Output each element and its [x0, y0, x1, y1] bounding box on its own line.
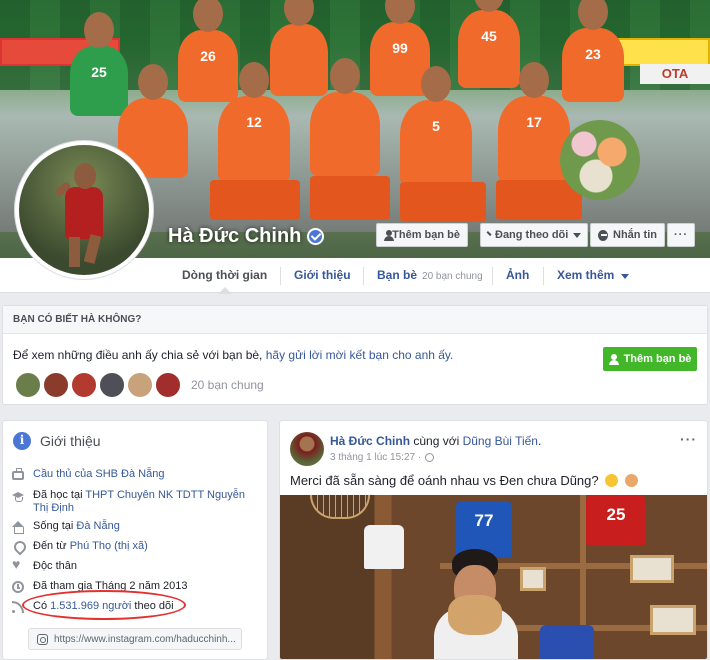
- add-person-icon: [608, 353, 620, 365]
- player-shorts: [400, 182, 486, 222]
- framed-jersey: 25: [586, 495, 646, 545]
- caret-down-icon: [573, 232, 582, 238]
- mutual-friends-row: 20 bạn chung: [15, 372, 264, 398]
- photo-frame: [520, 567, 546, 591]
- mutual-friends-text[interactable]: 20 bạn chung: [191, 378, 264, 392]
- team-player: [310, 58, 380, 176]
- team-player: 25: [70, 12, 128, 116]
- bird-cage: [310, 495, 370, 519]
- post-card: Hà Đức Chinh cùng với Dũng Bùi Tiến. 3 t…: [279, 420, 708, 660]
- laughing-emoji-icon: [605, 474, 619, 487]
- intro-work: Cầu thủ của SHB Đà Nẵng: [12, 468, 164, 481]
- profile-picture-image: [19, 145, 149, 275]
- add-friend-button-green[interactable]: Thêm bạn bè: [603, 347, 697, 371]
- profile-picture[interactable]: [14, 140, 154, 280]
- intro-lives-in: Sống tại Đà Nẵng: [12, 520, 120, 534]
- public-globe-icon: [425, 453, 435, 462]
- team-player: 5: [400, 66, 472, 186]
- photo-frame: [650, 605, 696, 635]
- team-player: 17: [498, 62, 570, 182]
- graduation-cap-icon: [12, 490, 24, 502]
- team-player: 45: [458, 0, 520, 88]
- location-pin-icon: [12, 541, 24, 553]
- friend-thumbnail[interactable]: [127, 372, 153, 398]
- verified-badge-icon: [307, 228, 325, 245]
- send-request-link[interactable]: hãy gửi lời mời kết bạn cho anh ấy.: [266, 348, 454, 362]
- puppy-in-photo: [448, 595, 502, 635]
- stadium-banner-text: OTA: [640, 64, 710, 84]
- following-button[interactable]: Đang theo dõi: [480, 223, 588, 247]
- friend-thumbnail[interactable]: [43, 372, 69, 398]
- team-player: [270, 0, 328, 96]
- instagram-link[interactable]: https://www.instagram.com/haducchinh...: [28, 628, 242, 650]
- friend-suggestion-card: BẠN CÓ BIẾT HÀ KHÔNG? Để xem những điều …: [2, 305, 708, 405]
- tab-photos[interactable]: Ảnh: [494, 258, 541, 293]
- instagram-icon: [37, 633, 48, 645]
- briefcase-icon: [12, 468, 24, 480]
- framed-jersey: [540, 625, 594, 659]
- message-label: Nhắn tin: [613, 229, 657, 241]
- message-button[interactable]: Nhắn tin: [590, 223, 665, 247]
- caret-down-icon: [620, 274, 629, 279]
- tab-about[interactable]: Giới thiệu: [282, 258, 363, 293]
- add-friend-button[interactable]: Thêm bạn bè: [376, 223, 468, 247]
- friend-thumbnail[interactable]: [15, 372, 41, 398]
- intro-relationship: Độc thân: [12, 558, 77, 573]
- post-text: Merci đã sẵn sàng để oánh nhau vs Đen ch…: [290, 473, 638, 488]
- friend-thumbnail[interactable]: [99, 372, 125, 398]
- flower-bouquet: [560, 120, 640, 200]
- hometown-link[interactable]: Phú Thọ (thị xã): [70, 540, 148, 552]
- tab-more[interactable]: Xem thêm: [545, 258, 641, 293]
- tab-timeline[interactable]: Dòng thời gian: [170, 258, 279, 294]
- player-shorts: [310, 176, 390, 220]
- add-friend-label: Thêm bạn bè: [623, 353, 692, 365]
- tab-friends[interactable]: Bạn bè 20 bạn chung: [365, 258, 495, 293]
- following-label: Đang theo dõi: [495, 229, 569, 241]
- intro-from: Đến từ Phú Thọ (thị xã): [12, 540, 148, 553]
- post-header: Hà Đức Chinh cùng với Dũng Bùi Tiến.: [330, 434, 542, 448]
- intro-education: Đã học tại THPT Chuyên NK TDTT Nguyễn Th…: [12, 489, 252, 515]
- city-link[interactable]: Đà Nẵng: [76, 520, 119, 532]
- dog-emoji-icon: [624, 474, 638, 487]
- player-shorts: [210, 180, 300, 220]
- friend-request-prompt: Để xem những điều anh ấy chia sẻ với bạn…: [13, 348, 454, 362]
- card-heading: BẠN CÓ BIẾT HÀ KHÔNG?: [3, 306, 707, 334]
- friend-thumbnail[interactable]: [71, 372, 97, 398]
- more-options-button[interactable]: ···: [667, 223, 695, 247]
- friend-thumbnail[interactable]: [155, 372, 181, 398]
- messenger-icon: [598, 229, 608, 241]
- clock-icon: [12, 581, 24, 593]
- highlight-ellipse: [22, 590, 186, 620]
- team-player: 23: [562, 0, 624, 102]
- framed-jersey: [364, 525, 404, 569]
- team-player: 12: [218, 62, 290, 182]
- check-icon: [486, 231, 492, 236]
- heart-icon: [12, 558, 24, 573]
- mutual-friends-count: 20 bạn chung: [422, 271, 483, 282]
- post-author-avatar[interactable]: [290, 432, 324, 466]
- work-link[interactable]: Cầu thủ của SHB Đà Nẵng: [33, 468, 164, 481]
- intro-heading: Giới thiệu: [13, 432, 101, 450]
- post-photo[interactable]: 77 25: [280, 495, 707, 659]
- profile-name[interactable]: Hà Đức Chinh: [168, 225, 325, 248]
- more-dots-icon: ···: [674, 229, 688, 241]
- profile-name-text[interactable]: Hà Đức Chinh: [168, 225, 301, 248]
- add-person-icon: [384, 229, 395, 241]
- info-icon: [13, 432, 31, 450]
- post-options-button[interactable]: ···: [680, 431, 697, 447]
- photo-frame: [630, 555, 674, 583]
- post-timestamp[interactable]: 3 tháng 1 lúc 15:27 ·: [330, 452, 435, 463]
- team-player: 26: [178, 0, 238, 102]
- post-author-link[interactable]: Hà Đức Chinh: [330, 434, 410, 448]
- home-icon: [12, 521, 24, 534]
- add-friend-label: Thêm bạn bè: [392, 229, 460, 241]
- tagged-friend-link[interactable]: Dũng Bùi Tiến: [463, 434, 538, 448]
